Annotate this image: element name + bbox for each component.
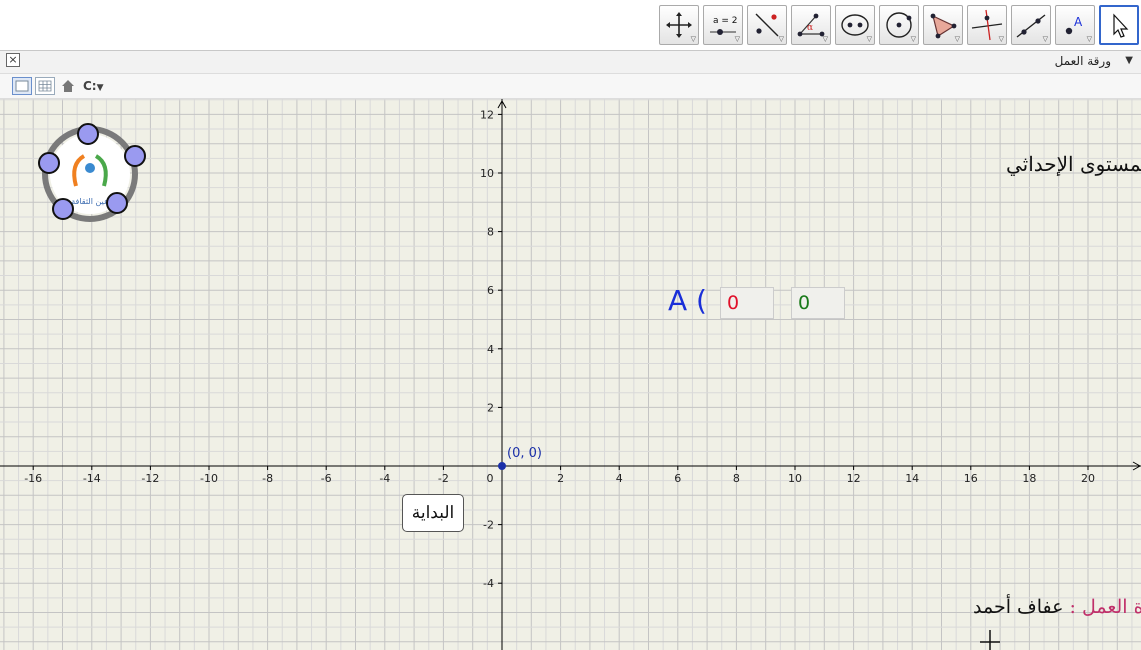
select-tool[interactable] xyxy=(1099,5,1139,45)
origin-label: (0, 0) xyxy=(507,446,542,461)
tool-dropdown-icon: ▽ xyxy=(778,35,784,43)
author-name: عفاف أحمد xyxy=(973,593,1063,618)
view-menu-chevron-down-icon[interactable]: ▼ xyxy=(1125,55,1133,66)
x-tick-label: -6 xyxy=(321,472,332,485)
y-tick-label: 4 xyxy=(487,343,494,356)
chevron-down-icon: ▼ xyxy=(96,83,104,93)
author-label: منفذة العمل : xyxy=(1063,596,1141,618)
x-tick-label: 10 xyxy=(788,472,802,485)
perpendicular-line-tool[interactable]: ▽ xyxy=(967,5,1007,45)
circle-tool[interactable]: ▽ xyxy=(879,5,919,45)
conic-tool[interactable]: ▽ xyxy=(835,5,875,45)
y-tick-label: 2 xyxy=(487,401,494,414)
x-tick-label: 16 xyxy=(964,472,978,485)
tool-dropdown-icon: ▽ xyxy=(690,35,696,43)
logo-vertex-point[interactable] xyxy=(77,123,99,145)
point-capture-dropdown[interactable]: C:▼ xyxy=(83,79,104,93)
author-credit: منفذة العمل : عفاف أحمد xyxy=(973,593,1141,618)
tool-dropdown-icon: ▽ xyxy=(1042,35,1048,43)
x-tick-label: 12 xyxy=(847,472,861,485)
point-capture-label: C: xyxy=(83,79,97,93)
x-tick-label: 6 xyxy=(674,472,681,485)
slider-tool[interactable]: a = 2 ▽ xyxy=(703,5,743,45)
x-tick-label: 8 xyxy=(733,472,740,485)
point-a-label: A ( xyxy=(668,284,707,317)
view-title: ورقة العمل xyxy=(1054,54,1111,68)
y-tick-label: 6 xyxy=(487,284,494,297)
start-button[interactable]: البداية xyxy=(402,494,464,532)
cursor-arrow-icon xyxy=(1113,13,1129,38)
x-tick-label: -8 xyxy=(262,472,273,485)
point-tool[interactable]: A ▽ xyxy=(1055,5,1095,45)
polygon-tool[interactable]: ▽ xyxy=(923,5,963,45)
tool-dropdown-icon: ▽ xyxy=(998,35,1004,43)
logo-text: عين الثقافة xyxy=(71,197,109,206)
y-tick-label: -4 xyxy=(483,577,494,590)
x-tick-label: -4 xyxy=(379,472,390,485)
tool-dropdown-icon: ▽ xyxy=(954,35,960,43)
slider-label: a = 2 xyxy=(713,16,738,26)
logo-vertex-point[interactable] xyxy=(38,152,60,174)
x-tick-label: 20 xyxy=(1081,472,1095,485)
origin-point[interactable] xyxy=(498,462,506,470)
angle-tool[interactable]: α ▽ xyxy=(791,5,831,45)
tool-dropdown-icon: ▽ xyxy=(1086,35,1092,43)
move-graphics-view-tool[interactable]: ▽ xyxy=(659,5,699,45)
lesson-name: الأبعاد في المستوى الإحداثي xyxy=(1006,151,1141,177)
graphics-view-header xyxy=(0,51,1141,74)
x-tick-label: 14 xyxy=(905,472,919,485)
x-tick-label: 4 xyxy=(616,472,623,485)
tool-dropdown-icon: ▽ xyxy=(822,35,828,43)
x-tick-label: -10 xyxy=(200,472,218,485)
toggle-axes-button[interactable] xyxy=(12,77,32,95)
logo-vertex-point[interactable] xyxy=(52,198,74,220)
home-icon[interactable] xyxy=(60,78,76,94)
tool-dropdown-icon: ▽ xyxy=(866,35,872,43)
graphics-view[interactable]: -16 -14 -12 -10 -8 -6 -4 -2 0 2 4 6 8 10 12 14 16 18 20121… xyxy=(0,99,1141,650)
x-tick-label: -16 xyxy=(24,472,42,485)
y-coordinate-input[interactable]: 0 xyxy=(791,287,845,319)
logo-figure xyxy=(85,163,95,173)
x-coordinate-input[interactable]: 0 xyxy=(720,287,774,319)
point-tool-label: A xyxy=(1074,15,1083,29)
x-tick-label: 0 xyxy=(487,472,494,485)
close-view-button[interactable]: × xyxy=(6,53,20,67)
y-tick-label: 8 xyxy=(487,226,494,239)
angle-label: α xyxy=(807,23,813,33)
x-tick-label: -14 xyxy=(83,472,101,485)
x-tick-label: 2 xyxy=(557,472,564,485)
y-tick-label: 10 xyxy=(480,167,494,180)
graph-background xyxy=(0,99,1141,650)
logo-vertex-point[interactable] xyxy=(124,145,146,167)
toggle-grid-button[interactable] xyxy=(35,77,55,95)
reflect-tool[interactable]: ▽ xyxy=(747,5,787,45)
x-tick-label: -12 xyxy=(141,472,159,485)
grid-icon xyxy=(38,80,52,92)
tool-dropdown-icon: ▽ xyxy=(734,35,740,43)
line-tool[interactable]: ▽ xyxy=(1011,5,1051,45)
tool-dropdown-icon: ▽ xyxy=(910,35,916,43)
logo-vertex-point[interactable] xyxy=(106,192,128,214)
axes-icon xyxy=(15,80,29,92)
x-tick-label: 18 xyxy=(1022,472,1036,485)
style-bar xyxy=(0,74,1141,99)
y-tick-label: -2 xyxy=(483,519,494,532)
x-tick-label: -2 xyxy=(438,472,449,485)
y-tick-label: 12 xyxy=(480,108,494,121)
lesson-title: عنوان الدرس : الأبعاد في المستوى الإحداث… xyxy=(1006,151,1141,177)
toolbar: ▽ a = 2 ▽ ▽ α ▽ ▽ ▽ ▽ ▽ ▽ A ▽ xyxy=(0,0,1141,51)
